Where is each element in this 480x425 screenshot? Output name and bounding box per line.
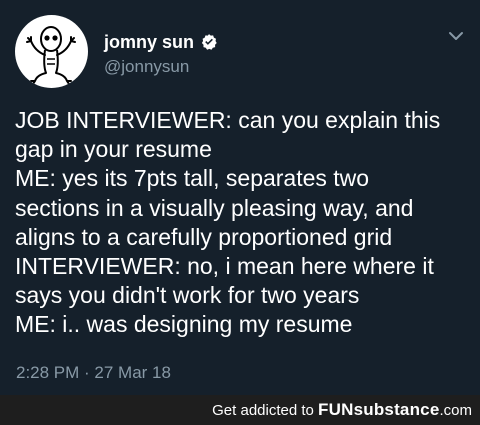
watermark-prefix: Get addicted to	[212, 402, 314, 419]
tweet-text-line: says you didn't work for two years	[15, 282, 360, 309]
verified-badge-icon	[201, 34, 217, 50]
tweet-text-line: sections in a visually pleasing way, and	[15, 194, 414, 221]
handle[interactable]: @jonnysun	[104, 57, 189, 77]
tweet-card: jomny sun @jonnysun JOB INTERVIEWER: can…	[0, 0, 480, 395]
watermark-suffix: .com	[439, 402, 472, 419]
tweet-text-line: JOB INTERVIEWER: can you explain this	[15, 107, 441, 133]
tweet-timestamp[interactable]: 2:28 PM · 27 Mar 18	[16, 363, 171, 383]
tweet-text-line: ME: yes its 7pts tall, separates two	[15, 165, 370, 192]
author-name-row: jomny sun	[104, 32, 218, 52]
alien-doodle-icon	[26, 26, 76, 85]
tweet-text-line: gap in your resume	[15, 136, 212, 163]
watermark-footer: Get addicted to FUNsubstance.com	[0, 395, 480, 425]
tweet-text-line: INTERVIEWER: no, i mean here where it	[15, 253, 434, 280]
avatar[interactable]	[15, 15, 88, 88]
chevron-down-icon[interactable]	[448, 30, 464, 42]
tweet-text-line: ME: i.. was designing my resume	[15, 311, 353, 338]
display-name[interactable]: jomny sun	[104, 32, 194, 52]
watermark-text: Get addicted to FUNsubstance.com	[212, 401, 472, 420]
tweet-text-line: aligns to a carefully proportioned grid	[15, 223, 393, 250]
watermark-brand: FUNsubstance	[318, 400, 440, 419]
tweet-text: JOB INTERVIEWER: can you explain this ga…	[15, 106, 470, 340]
